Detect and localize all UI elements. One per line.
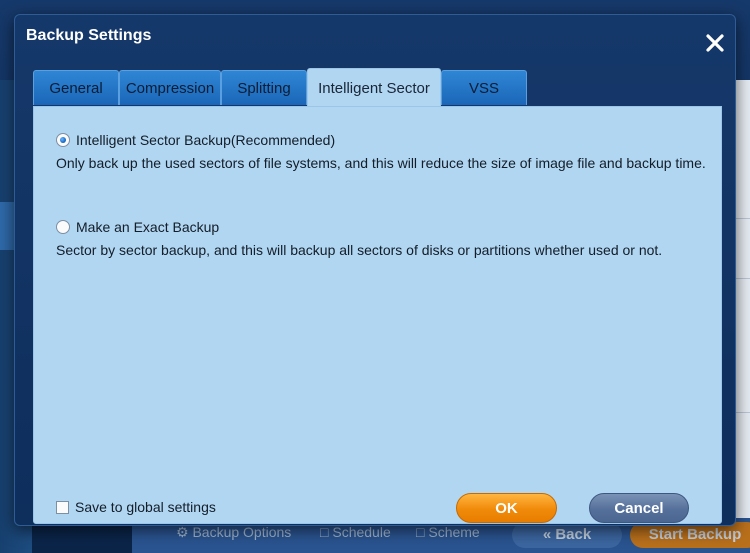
save-global-settings-option[interactable]: Save to global settings — [56, 499, 216, 515]
close-icon — [706, 34, 724, 52]
background-schedule[interactable]: □ Schedule — [320, 524, 391, 540]
tab-compression[interactable]: Compression — [119, 70, 221, 105]
tab-general[interactable]: General — [33, 70, 119, 105]
checkbox-icon[interactable] — [56, 500, 69, 514]
tab-splitting[interactable]: Splitting — [221, 70, 307, 105]
intelligent-sector-panel: Intelligent Sector Backup(Recommended) O… — [33, 106, 722, 524]
exact-backup-label: Make an Exact Backup — [76, 219, 220, 235]
radio-unselected-icon[interactable] — [56, 220, 70, 234]
ok-button[interactable]: OK — [456, 493, 557, 523]
radio-selected-icon[interactable] — [56, 133, 70, 147]
tab-vss[interactable]: VSS — [441, 70, 527, 105]
intelligent-sector-description: Only back up the used sectors of file sy… — [56, 155, 706, 171]
tab-intelligent-sector[interactable]: Intelligent Sector — [307, 68, 441, 107]
close-button[interactable] — [703, 31, 727, 55]
intelligent-sector-backup-label: Intelligent Sector Backup(Recommended) — [76, 132, 336, 148]
background-backup-options[interactable]: ⚙ Backup Options — [176, 524, 291, 541]
intelligent-sector-backup-option[interactable]: Intelligent Sector Backup(Recommended) — [56, 132, 335, 148]
background-scheme[interactable]: □ Scheme — [416, 524, 480, 540]
gear-icon: ⚙ — [176, 524, 189, 540]
dialog-title: Backup Settings — [26, 27, 152, 44]
checkbox-icon: □ — [416, 524, 425, 540]
backup-settings-dialog: Backup Settings General Compression Spli… — [14, 14, 736, 526]
cancel-button[interactable]: Cancel — [589, 493, 689, 523]
checkbox-icon: □ — [320, 524, 329, 540]
exact-backup-description: Sector by sector backup, and this will b… — [56, 242, 663, 258]
save-global-settings-label: Save to global settings — [75, 499, 216, 515]
exact-backup-option[interactable]: Make an Exact Backup — [56, 219, 219, 235]
